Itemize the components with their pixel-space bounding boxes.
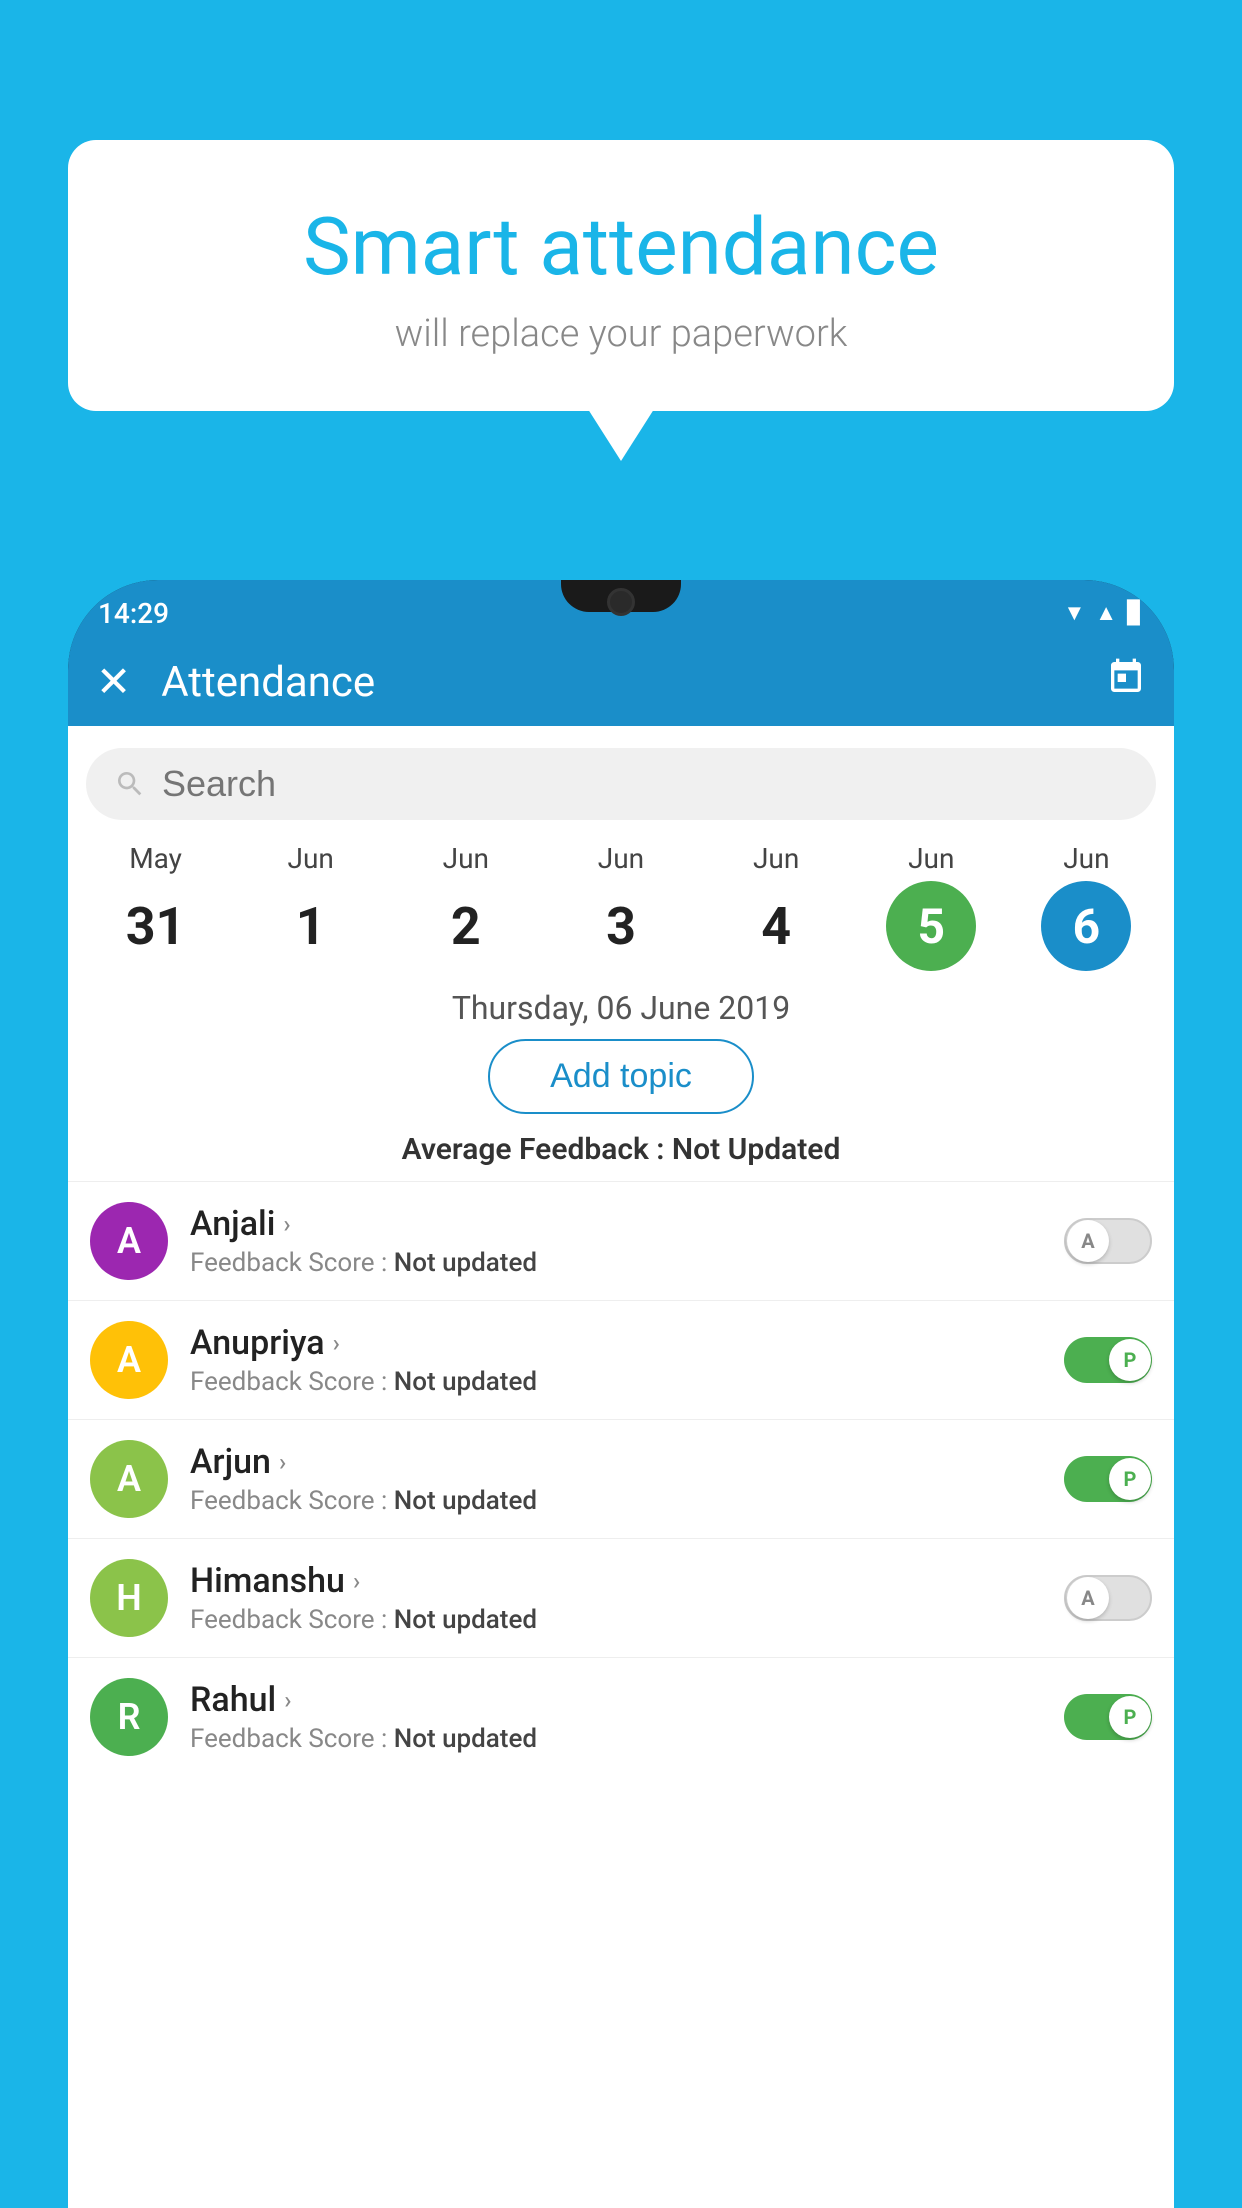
student-name: Rahul ›	[190, 1680, 1052, 1720]
header-title: Attendance	[161, 658, 1106, 707]
student-item[interactable]: A Anupriya › Feedback Score : Not updated P	[68, 1300, 1174, 1419]
toggle-thumb: P	[1109, 1339, 1151, 1381]
student-name: Anupriya ›	[190, 1323, 1052, 1363]
date-number[interactable]: 3	[576, 881, 666, 971]
selected-date-text: Thursday, 06 June 2019	[68, 989, 1174, 1027]
date-number[interactable]: 31	[111, 881, 201, 971]
student-feedback: Feedback Score : Not updated	[190, 1367, 1052, 1397]
app-header: ✕ Attendance	[68, 638, 1174, 726]
attendance-toggle[interactable]: P	[1064, 1337, 1152, 1383]
attendance-toggle[interactable]: P	[1064, 1694, 1152, 1740]
student-feedback: Feedback Score : Not updated	[190, 1724, 1052, 1754]
chevron-icon: ›	[284, 1686, 291, 1714]
student-feedback: Feedback Score : Not updated	[190, 1605, 1052, 1635]
toggle-container[interactable]: A	[1064, 1218, 1152, 1264]
feedback-value: Not updated	[394, 1367, 537, 1397]
toggle-thumb: A	[1067, 1220, 1109, 1262]
date-number[interactable]: 6	[1041, 881, 1131, 971]
avatar: A	[90, 1440, 168, 1518]
signal-icon: ▲	[1095, 600, 1117, 626]
date-cell[interactable]: May 31	[96, 842, 216, 971]
toggle-container[interactable]: P	[1064, 1337, 1152, 1383]
student-list: AAnjali ›Feedback Score : Not updatedAAA…	[68, 1181, 1174, 1776]
avg-feedback-value: Not Updated	[672, 1132, 840, 1167]
toggle-container[interactable]: P	[1064, 1694, 1152, 1740]
student-item[interactable]: R Rahul › Feedback Score : Not updated P	[68, 1657, 1174, 1776]
date-cell[interactable]: Jun 2	[406, 842, 526, 971]
student-name: Arjun ›	[190, 1442, 1052, 1482]
chevron-icon: ›	[283, 1210, 290, 1238]
date-cell[interactable]: Jun 3	[561, 842, 681, 971]
date-cell[interactable]: Jun 6	[1026, 842, 1146, 971]
attendance-toggle[interactable]: A	[1064, 1218, 1152, 1264]
add-topic-button[interactable]: Add topic	[488, 1039, 754, 1114]
date-month-label: May	[129, 842, 182, 875]
attendance-toggle[interactable]: A	[1064, 1575, 1152, 1621]
feedback-value: Not updated	[394, 1248, 537, 1278]
toggle-thumb: P	[1109, 1696, 1151, 1738]
date-number[interactable]: 4	[731, 881, 821, 971]
avatar: R	[90, 1678, 168, 1756]
student-name: Himanshu ›	[190, 1561, 1052, 1601]
student-item[interactable]: A Arjun › Feedback Score : Not updated P	[68, 1419, 1174, 1538]
date-number[interactable]: 2	[421, 881, 511, 971]
status-icons: ▼ ▲ ▊	[1064, 600, 1144, 626]
avg-feedback: Average Feedback : Not Updated	[68, 1132, 1174, 1167]
student-info: Anjali › Feedback Score : Not updated	[190, 1204, 1052, 1278]
student-item[interactable]: H Himanshu › Feedback Score : Not updated A	[68, 1538, 1174, 1657]
student-feedback: Feedback Score : Not updated	[190, 1248, 1052, 1278]
app-content: May 31 Jun 1 Jun 2 Jun 3 Jun 4 Jun 5 Jun 6 Thursday, …	[68, 726, 1174, 2208]
date-month-label: Jun	[908, 842, 954, 875]
student-item[interactable]: A Anjali › Feedback Score : Not updated A	[68, 1181, 1174, 1300]
search-icon	[114, 768, 146, 800]
calendar-icon[interactable]	[1106, 657, 1146, 707]
phone-camera	[607, 588, 635, 616]
toggle-thumb: P	[1109, 1458, 1151, 1500]
toggle-container[interactable]: P	[1064, 1456, 1152, 1502]
chevron-icon: ›	[279, 1448, 286, 1476]
student-info: Himanshu › Feedback Score : Not updated	[190, 1561, 1052, 1635]
student-feedback: Feedback Score : Not updated	[190, 1486, 1052, 1516]
close-button[interactable]: ✕	[96, 657, 131, 707]
wifi-icon: ▼	[1064, 600, 1086, 626]
bubble-subtitle: will replace your paperwork	[108, 312, 1134, 356]
chevron-icon: ›	[333, 1329, 340, 1357]
status-time: 14:29	[98, 597, 169, 630]
search-input[interactable]	[162, 763, 1128, 805]
bubble-title: Smart attendance	[108, 200, 1134, 294]
avatar: H	[90, 1559, 168, 1637]
date-row: May 31 Jun 1 Jun 2 Jun 3 Jun 4 Jun 5 Jun 6	[68, 830, 1174, 971]
date-month-label: Jun	[1063, 842, 1109, 875]
speech-bubble-wrapper: Smart attendance will replace your paper…	[68, 140, 1174, 411]
feedback-value: Not updated	[394, 1486, 537, 1516]
toggle-thumb: A	[1067, 1577, 1109, 1619]
date-number[interactable]: 1	[266, 881, 356, 971]
date-month-label: Jun	[288, 842, 334, 875]
toggle-container[interactable]: A	[1064, 1575, 1152, 1621]
student-info: Arjun › Feedback Score : Not updated	[190, 1442, 1052, 1516]
date-cell[interactable]: Jun 1	[251, 842, 371, 971]
student-info: Anupriya › Feedback Score : Not updated	[190, 1323, 1052, 1397]
avg-feedback-label: Average Feedback :	[402, 1132, 665, 1167]
feedback-value: Not updated	[394, 1724, 537, 1754]
date-cell[interactable]: Jun 5	[871, 842, 991, 971]
speech-bubble: Smart attendance will replace your paper…	[68, 140, 1174, 411]
date-month-label: Jun	[598, 842, 644, 875]
date-month-label: Jun	[443, 842, 489, 875]
student-name: Anjali ›	[190, 1204, 1052, 1244]
date-number[interactable]: 5	[886, 881, 976, 971]
search-bar[interactable]	[86, 748, 1156, 820]
date-cell[interactable]: Jun 4	[716, 842, 836, 971]
student-info: Rahul › Feedback Score : Not updated	[190, 1680, 1052, 1754]
battery-icon: ▊	[1127, 601, 1144, 626]
phone-frame: 14:29 ▼ ▲ ▊ ✕ Attendance May31Jun1Jun2Ju…	[68, 580, 1174, 2208]
feedback-value: Not updated	[394, 1605, 537, 1635]
date-month-label: Jun	[753, 842, 799, 875]
avatar: A	[90, 1202, 168, 1280]
avatar: A	[90, 1321, 168, 1399]
chevron-icon: ›	[353, 1567, 360, 1595]
attendance-toggle[interactable]: P	[1064, 1456, 1152, 1502]
